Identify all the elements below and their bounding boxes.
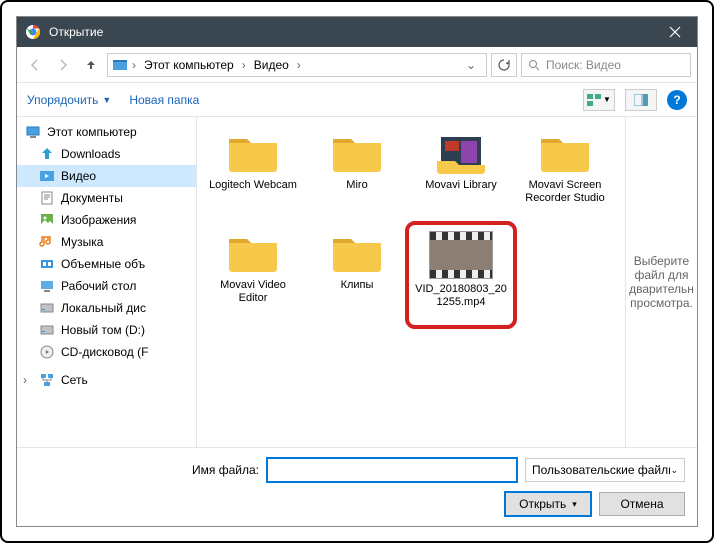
folder-icon [433, 131, 489, 175]
tree-item-label: CD-дисковод (F [61, 345, 148, 359]
back-button[interactable] [23, 53, 47, 77]
tree-item-label: Объемные объ [61, 257, 145, 271]
tree-item-label: Документы [61, 191, 123, 205]
bottom-bar: Имя файла: Пользовательские файлы (*.n ⌄… [17, 447, 697, 526]
tree-item-label: Видео [61, 169, 96, 183]
tree-item[interactable]: CD-дисковод (F [17, 341, 196, 363]
tree-item[interactable]: Музыка [17, 231, 196, 253]
search-placeholder: Поиск: Видео [546, 58, 621, 72]
chevron-right-icon: › [23, 373, 33, 387]
tree-item-label: Музыка [61, 235, 103, 249]
chevron-down-icon: ⌄ [670, 465, 678, 476]
chevron-down-icon: ▾ [572, 499, 577, 510]
preview-pane: Выберите файл для дварительн просмотра. [625, 117, 697, 447]
tree-item[interactable]: Объемные объ [17, 253, 196, 275]
tree-item-label: Новый том (D:) [61, 323, 145, 337]
tree-item-label: Локальный дис [61, 301, 146, 315]
tree-network[interactable]: › Сеть [17, 369, 196, 391]
close-button[interactable] [652, 17, 697, 47]
folder-label: Movavi Library [425, 179, 497, 192]
tree-item-icon [39, 168, 55, 184]
file-open-dialog: Открытие › Этот компьютер › Видео › ⌄ [16, 16, 698, 527]
folder-icon [329, 131, 385, 175]
folder-icon [329, 231, 385, 275]
folder-item[interactable]: Movavi Screen Recorder Studio [515, 127, 615, 223]
folder-label: Logitech Webcam [209, 179, 297, 192]
tree-item[interactable]: Видео [17, 165, 196, 187]
pc-icon [25, 124, 41, 140]
tree-item[interactable]: Изображения [17, 209, 196, 231]
help-button[interactable]: ? [667, 90, 687, 110]
tree-item-icon [39, 344, 55, 360]
folder-icon [225, 231, 281, 275]
new-folder-button[interactable]: Новая папка [129, 93, 199, 107]
tree-item-icon [39, 190, 55, 206]
folder-item[interactable]: Movavi Library [411, 127, 511, 223]
folder-item[interactable]: Logitech Webcam [203, 127, 303, 223]
tree-item-icon [39, 212, 55, 228]
organize-button[interactable]: Упорядочить ▼ [27, 93, 111, 107]
network-icon [39, 372, 55, 388]
view-mode-button[interactable]: ▼ [583, 89, 615, 111]
breadcrumb-folder[interactable]: Видео [250, 58, 293, 72]
tree-this-pc[interactable]: Этот компьютер [17, 121, 196, 143]
folder-item[interactable]: Movavi Video Editor [203, 227, 303, 323]
tree-item[interactable]: Новый том (D:) [17, 319, 196, 341]
chevron-right-icon: › [132, 58, 136, 72]
filename-input[interactable] [267, 458, 517, 482]
sidebar-tree: Этот компьютер Downloads Видео Документы Из… [17, 117, 197, 447]
file-grid[interactable]: Logitech Webcam Miro Movavi Library Movavi … [197, 117, 625, 447]
titlebar: Открытие [17, 17, 697, 47]
tree-item-icon [39, 146, 55, 162]
breadcrumb-dropdown[interactable]: ⌄ [460, 58, 482, 72]
chevron-down-icon: ▼ [102, 95, 111, 105]
file-video-selected[interactable]: VID_20180803_201255.mp4 [411, 227, 511, 323]
tree-item[interactable]: Рабочий стол [17, 275, 196, 297]
tree-item-icon [39, 322, 55, 338]
folder-label: Movavi Screen Recorder Studio [519, 179, 611, 205]
video-folder-icon [112, 57, 128, 73]
tree-item[interactable]: Локальный дис [17, 297, 196, 319]
cancel-button[interactable]: Отмена [599, 492, 685, 516]
navigation-bar: › Этот компьютер › Видео › ⌄ Поиск: Виде… [17, 47, 697, 83]
forward-button[interactable] [51, 53, 75, 77]
folder-label: Клипы [341, 279, 374, 292]
tree-item[interactable]: Документы [17, 187, 196, 209]
open-button[interactable]: Открыть▾ [505, 492, 591, 516]
up-button[interactable] [79, 53, 103, 77]
file-label: VID_20180803_201255.mp4 [415, 283, 507, 309]
tree-item[interactable]: Downloads [17, 143, 196, 165]
search-input[interactable]: Поиск: Видео [521, 53, 691, 77]
folder-label: Miro [346, 179, 367, 192]
tree-item-label: Изображения [61, 213, 136, 227]
breadcrumb[interactable]: › Этот компьютер › Видео › ⌄ [107, 53, 487, 77]
chrome-icon [25, 24, 41, 40]
chevron-right-icon: › [297, 58, 301, 72]
refresh-button[interactable] [491, 53, 517, 77]
tree-item-label: Downloads [61, 147, 120, 161]
tree-item-icon [39, 234, 55, 250]
tree-item-icon [39, 278, 55, 294]
dialog-title: Открытие [49, 25, 652, 39]
video-thumbnail-icon [429, 231, 493, 279]
folder-label: Movavi Video Editor [207, 279, 299, 305]
filename-label: Имя файла: [29, 463, 259, 477]
filetype-select[interactable]: Пользовательские файлы (*.n ⌄ [525, 458, 685, 482]
preview-pane-button[interactable] [625, 89, 657, 111]
folder-icon [225, 131, 281, 175]
tree-item-icon [39, 300, 55, 316]
tree-item-icon [39, 256, 55, 272]
chevron-right-icon: › [242, 58, 246, 72]
folder-item[interactable]: Клипы [307, 227, 407, 323]
toolbar: Упорядочить ▼ Новая папка ▼ ? [17, 83, 697, 117]
folder-item[interactable]: Miro [307, 127, 407, 223]
tree-item-label: Рабочий стол [61, 279, 136, 293]
folder-icon [537, 131, 593, 175]
breadcrumb-root[interactable]: Этот компьютер [140, 58, 238, 72]
search-icon [528, 59, 540, 71]
